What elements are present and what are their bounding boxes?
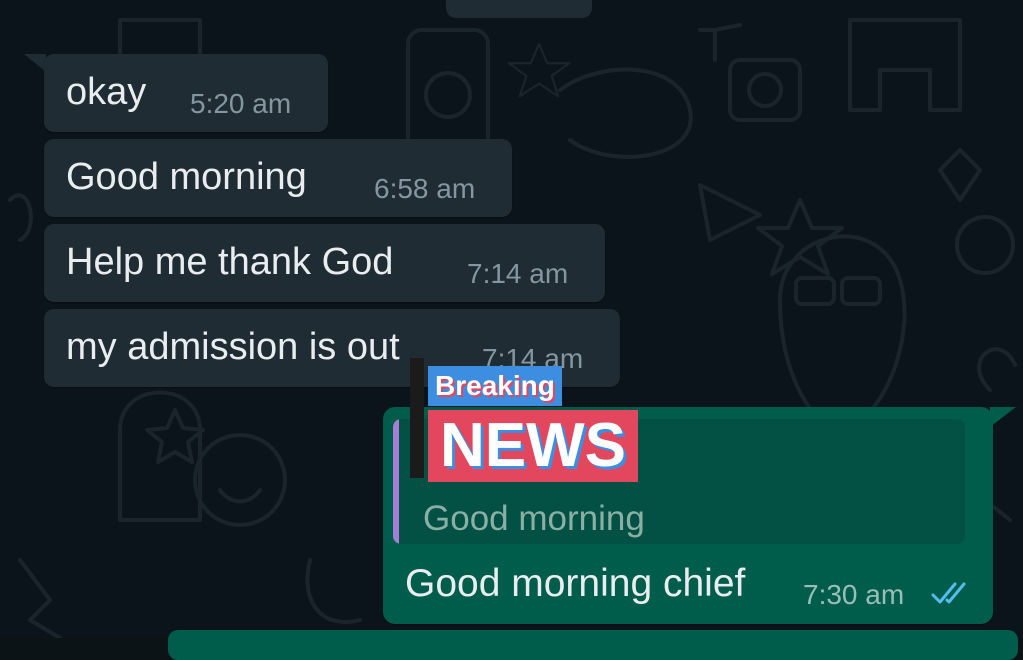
chat-doodle-icon xyxy=(424,71,472,119)
message-time: 5:20 am xyxy=(190,88,292,119)
quoted-text: Good morning xyxy=(423,499,645,538)
incoming-message[interactable]: Help me thank God 7:14 am xyxy=(44,224,605,302)
ball-doodle-icon xyxy=(955,215,1015,275)
news-label: NEWS xyxy=(428,410,638,482)
incoming-message[interactable]: Good morning 6:58 am xyxy=(44,139,512,217)
face-doodle-icon xyxy=(193,433,287,527)
double-check-read-icon xyxy=(931,582,966,604)
heart-doodle-icon xyxy=(977,347,1017,392)
ghost-doodle-icon xyxy=(778,234,907,422)
leaf-doodle-icon xyxy=(8,193,33,242)
music-doodle-icon xyxy=(698,23,742,62)
breaking-label: Breaking xyxy=(428,366,562,406)
incoming-bubble-tail xyxy=(24,54,46,72)
message-text: Good morning xyxy=(66,156,307,198)
camera-doodle-icon xyxy=(728,58,802,122)
incoming-message[interactable]: okay 5:20 am xyxy=(44,54,328,132)
message-time: 7:14 am xyxy=(467,258,569,289)
lightning-doodle-icon xyxy=(18,558,62,638)
message-text: Good morning chief xyxy=(405,562,746,605)
message-time: 6:58 am xyxy=(374,173,476,204)
breaking-news-overlay: Breaking NEWS xyxy=(410,358,660,488)
overlay-bar xyxy=(410,358,424,478)
previous-message-bubble xyxy=(446,0,592,18)
paper-plane-doodle-icon xyxy=(698,183,762,242)
quote-accent-bar xyxy=(393,419,399,544)
pin-doodle-icon xyxy=(938,148,982,202)
swirl-doodle-icon xyxy=(305,558,362,624)
next-message-bubble xyxy=(168,630,1018,660)
message-text: my admission is out xyxy=(66,326,400,368)
message-text: Help me thank God xyxy=(66,241,394,283)
outgoing-bubble-tail xyxy=(990,407,1016,427)
glasses-doodle-icon xyxy=(794,276,836,306)
message-time: 7:30 am xyxy=(803,579,905,610)
star-doodle-icon-3 xyxy=(145,408,205,464)
lips-doodle-icon xyxy=(558,67,693,159)
building-doodle-icon xyxy=(848,18,962,112)
message-text: okay xyxy=(66,71,147,113)
